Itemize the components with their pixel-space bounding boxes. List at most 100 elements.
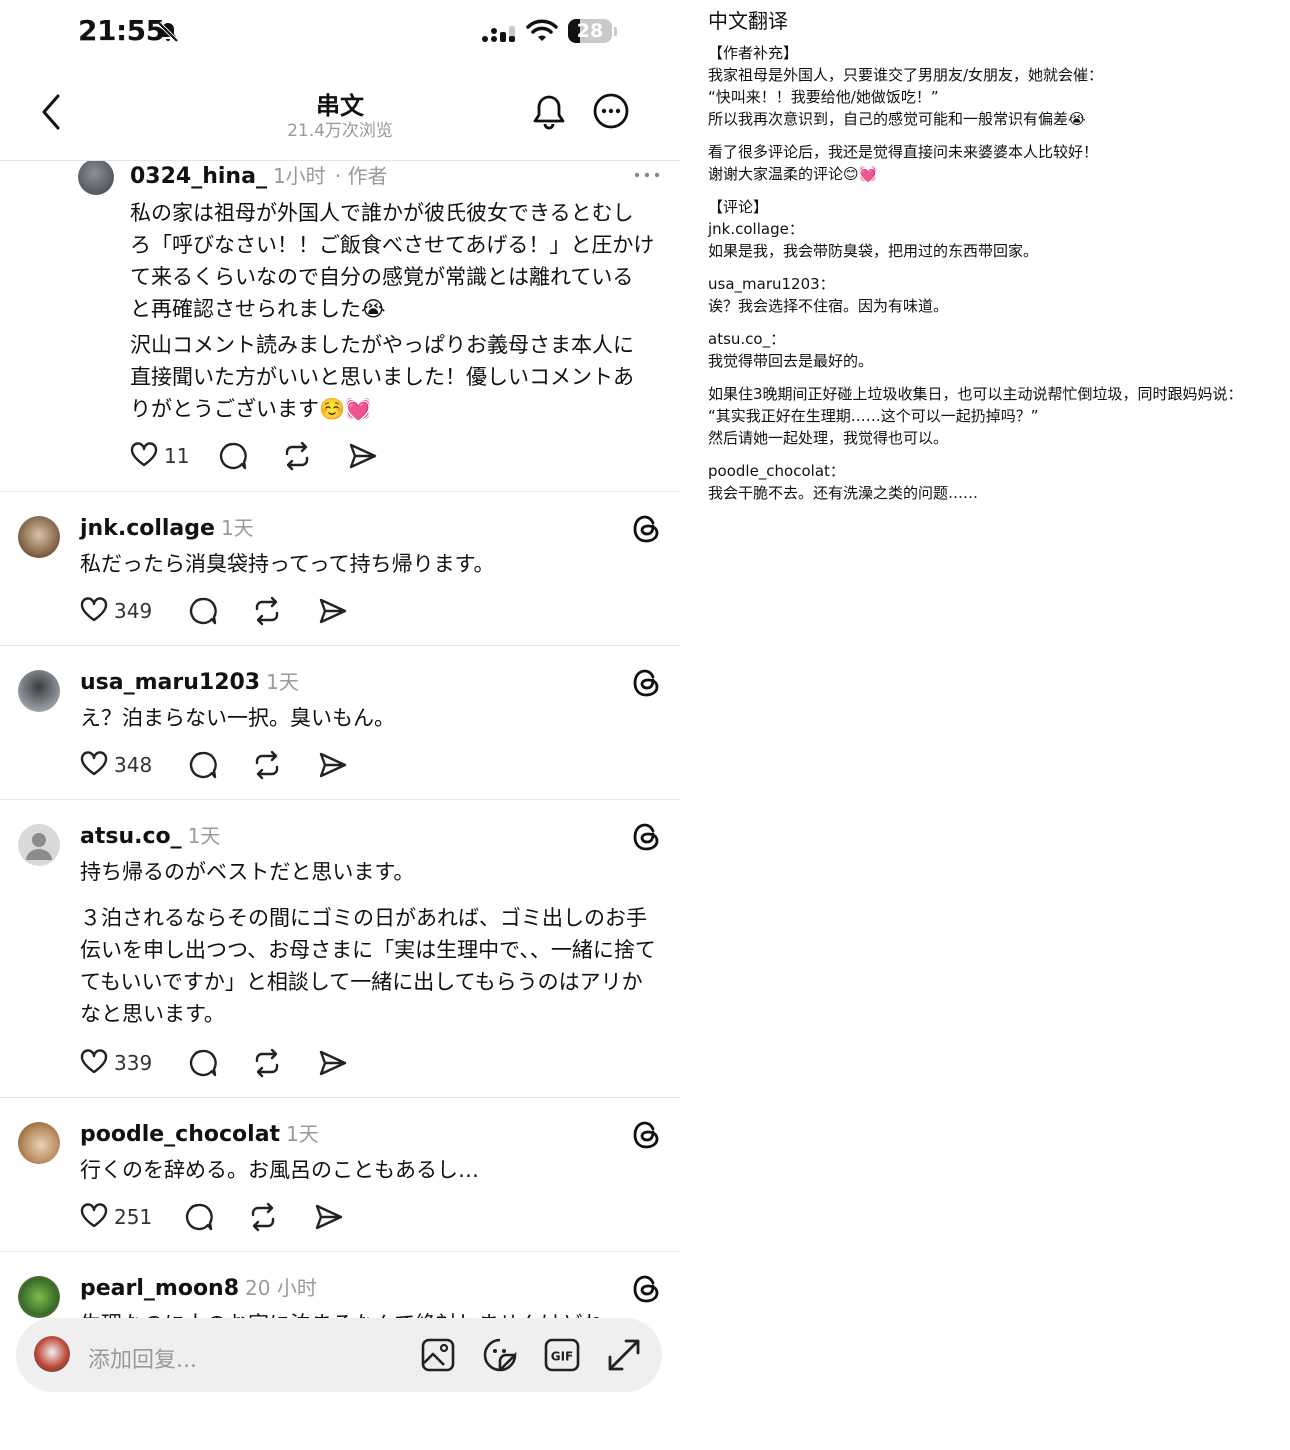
avatar[interactable] xyxy=(78,161,114,195)
username[interactable]: atsu.co_ xyxy=(80,824,182,849)
battery-indicator: 28 xyxy=(568,19,612,43)
post-line: ろ「呼びなさい！！ご飯食べさせてあげる！」と圧かけ xyxy=(130,233,655,257)
share-icon[interactable] xyxy=(348,441,378,471)
reply-actions: 251 xyxy=(80,1202,380,1234)
post-actions: 11 xyxy=(130,441,430,473)
threads-icon[interactable] xyxy=(632,1120,660,1150)
reply-text: 私だったら消臭袋持ってって持ち帰ります。 xyxy=(80,552,495,576)
sticker-icon[interactable] xyxy=(482,1337,518,1373)
translation-line: 看了很多评论后，我还是觉得直接问未来婆婆本人比较好！ xyxy=(708,143,1099,161)
status-time: 21:55 xyxy=(78,14,165,47)
avatar[interactable] xyxy=(18,516,60,558)
reply-composer[interactable]: 添加回复... GIF xyxy=(16,1318,662,1392)
translation-line: 【作者补充】 xyxy=(708,44,799,62)
comment-icon[interactable] xyxy=(188,750,218,780)
translation-title: 中文翻译 xyxy=(708,9,788,33)
post-line: と再確認させられました😭 xyxy=(130,297,386,321)
image-icon[interactable] xyxy=(420,1337,456,1373)
translation-line: 诶？我会选择不住宿。因为有味道。 xyxy=(708,297,949,315)
reply-post: poodle_chocolat 1天 行くのを辞める。お風呂のこともあるし… 25… xyxy=(0,1098,680,1252)
translation-line: 我家祖母是外国人，只要谁交了男朋友/女朋友，她就会催： xyxy=(708,66,1104,84)
view-count: 21.4万次浏览 xyxy=(287,121,393,141)
translation-block: poodle_chocolat： 我会干脆不去。还有洗澡之类的问题…… xyxy=(708,460,1278,504)
username[interactable]: usa_maru1203 xyxy=(80,670,260,695)
reply-body: 行くのを辞める。お風呂のこともあるし… xyxy=(80,1154,665,1200)
gif-icon[interactable]: GIF xyxy=(544,1337,580,1373)
repost-icon[interactable] xyxy=(282,441,312,471)
reply-time: 1天 xyxy=(187,824,221,848)
svg-text:GIF: GIF xyxy=(551,1350,574,1364)
status-bar: 21:55 28 xyxy=(0,0,680,64)
like-count: 251 xyxy=(114,1205,153,1229)
threads-icon[interactable] xyxy=(632,1274,660,1304)
share-icon[interactable] xyxy=(318,750,348,780)
like-count: 339 xyxy=(114,1051,153,1075)
bell-muted-icon xyxy=(157,21,179,43)
translation-line: 我觉得带回去是最好的。 xyxy=(708,352,874,370)
battery-percent: 28 xyxy=(576,20,604,42)
repost-icon[interactable] xyxy=(252,1048,282,1078)
default-avatar-icon xyxy=(26,833,52,860)
reply-text: 持ち帰るのがベストだと思います。 xyxy=(80,860,415,884)
translation-block: atsu.co_： 我觉得带回去是最好的。 xyxy=(708,328,1278,372)
reply-body: 私だったら消臭袋持ってって持ち帰ります。 xyxy=(80,548,665,594)
reply-body: 持ち帰るのがベストだと思います。 ３泊されるならその間にゴミの日があれば、ゴミ出… xyxy=(80,856,662,1044)
like-count: 349 xyxy=(114,599,153,623)
threads-icon[interactable] xyxy=(632,822,660,852)
reply-actions: 339 xyxy=(80,1048,380,1080)
author-post: 0324_hina_ 1小时 · 作者 私の家は祖母が外国人で誰かが彼氏彼女できる… xyxy=(0,161,680,492)
comment-icon[interactable] xyxy=(188,596,218,626)
share-icon[interactable] xyxy=(314,1202,344,1232)
translation-line: 【评论】 xyxy=(708,198,769,216)
translation-line: 如果是我，我会带防臭袋，把用过的东西带回家。 xyxy=(708,242,1039,260)
reply-meta: pearl_moon8 20 小时 xyxy=(80,1272,317,1301)
reply-text: ３泊されるならその間にゴミの日があれば、ゴミ出しのお手伝いを申し出つつ、お母さま… xyxy=(80,906,656,1026)
share-icon[interactable] xyxy=(318,596,348,626)
translation-line: “快叫来！！我要给他/她做饭吃！” xyxy=(708,88,939,106)
heart-icon[interactable] xyxy=(80,1048,108,1076)
username[interactable]: poodle_chocolat xyxy=(80,1122,280,1147)
translation-line: poodle_chocolat： xyxy=(708,462,845,480)
post-line: りがとうございます☺️💓 xyxy=(130,397,372,421)
post-line: 私の家は祖母が外国人で誰かが彼氏彼女できるとむし xyxy=(130,201,634,225)
reply-meta: jnk.collage 1天 xyxy=(80,512,254,541)
comment-icon[interactable] xyxy=(184,1202,214,1232)
username[interactable]: pearl_moon8 xyxy=(80,1276,239,1301)
reply-input[interactable]: 添加回复... xyxy=(88,1342,197,1374)
avatar[interactable] xyxy=(18,670,60,712)
heart-icon[interactable] xyxy=(80,596,108,624)
bell-icon[interactable] xyxy=(530,92,568,132)
share-icon[interactable] xyxy=(318,1048,348,1078)
repost-icon[interactable] xyxy=(252,750,282,780)
translation-line: 我会干脆不去。还有洗澡之类的问题…… xyxy=(708,484,979,502)
username[interactable]: 0324_hina_ xyxy=(130,164,267,189)
post-meta: 0324_hina_ 1小时 · 作者 xyxy=(130,161,388,189)
threads-icon[interactable] xyxy=(632,668,660,698)
avatar[interactable] xyxy=(18,1122,60,1164)
post-body: 私の家は祖母が外国人で誰かが彼氏彼女できるとむし ろ「呼びなさい！！ご飯食べさせ… xyxy=(130,197,670,425)
more-icon[interactable] xyxy=(592,92,630,130)
comment-icon[interactable] xyxy=(218,441,248,471)
repost-icon[interactable] xyxy=(252,596,282,626)
username[interactable]: jnk.collage xyxy=(80,516,215,541)
translation-block: 看了很多评论后，我还是觉得直接问未来婆婆本人比较好！ 谢谢大家温柔的评论😊💓 xyxy=(708,141,1278,185)
comment-icon[interactable] xyxy=(188,1048,218,1078)
translation-line: 然后请她一起处理，我觉得也可以。 xyxy=(708,429,949,447)
avatar[interactable] xyxy=(18,824,60,866)
expand-icon[interactable] xyxy=(606,1337,642,1373)
heart-icon[interactable] xyxy=(130,441,158,469)
repost-icon[interactable] xyxy=(248,1202,278,1232)
post-options-icon[interactable] xyxy=(634,171,660,179)
translation-line: 如果住3晚期间正好碰上垃圾收集日，也可以主动说帮忙倒垃圾，同时跟妈妈说： xyxy=(708,385,1243,403)
threads-icon[interactable] xyxy=(632,514,660,544)
like-count: 11 xyxy=(164,444,190,468)
post-line: 沢山コメント読みましたがやっぱりお義母さま本人に xyxy=(130,333,634,357)
translation-panel: 中文翻译 【作者补充】 我家祖母是外国人，只要谁交了男朋友/女朋友，她就会催： … xyxy=(708,8,1278,515)
heart-icon[interactable] xyxy=(80,1202,108,1230)
thread-header: 串文 21.4万次浏览 xyxy=(0,64,680,161)
translation-line: usa_maru1203： xyxy=(708,275,835,293)
heart-icon[interactable] xyxy=(80,750,108,778)
avatar[interactable] xyxy=(18,1276,60,1318)
translation-line: atsu.co_： xyxy=(708,330,786,348)
post-line: 直接聞いた方がいいと思いました！優しいコメントあ xyxy=(130,365,634,389)
